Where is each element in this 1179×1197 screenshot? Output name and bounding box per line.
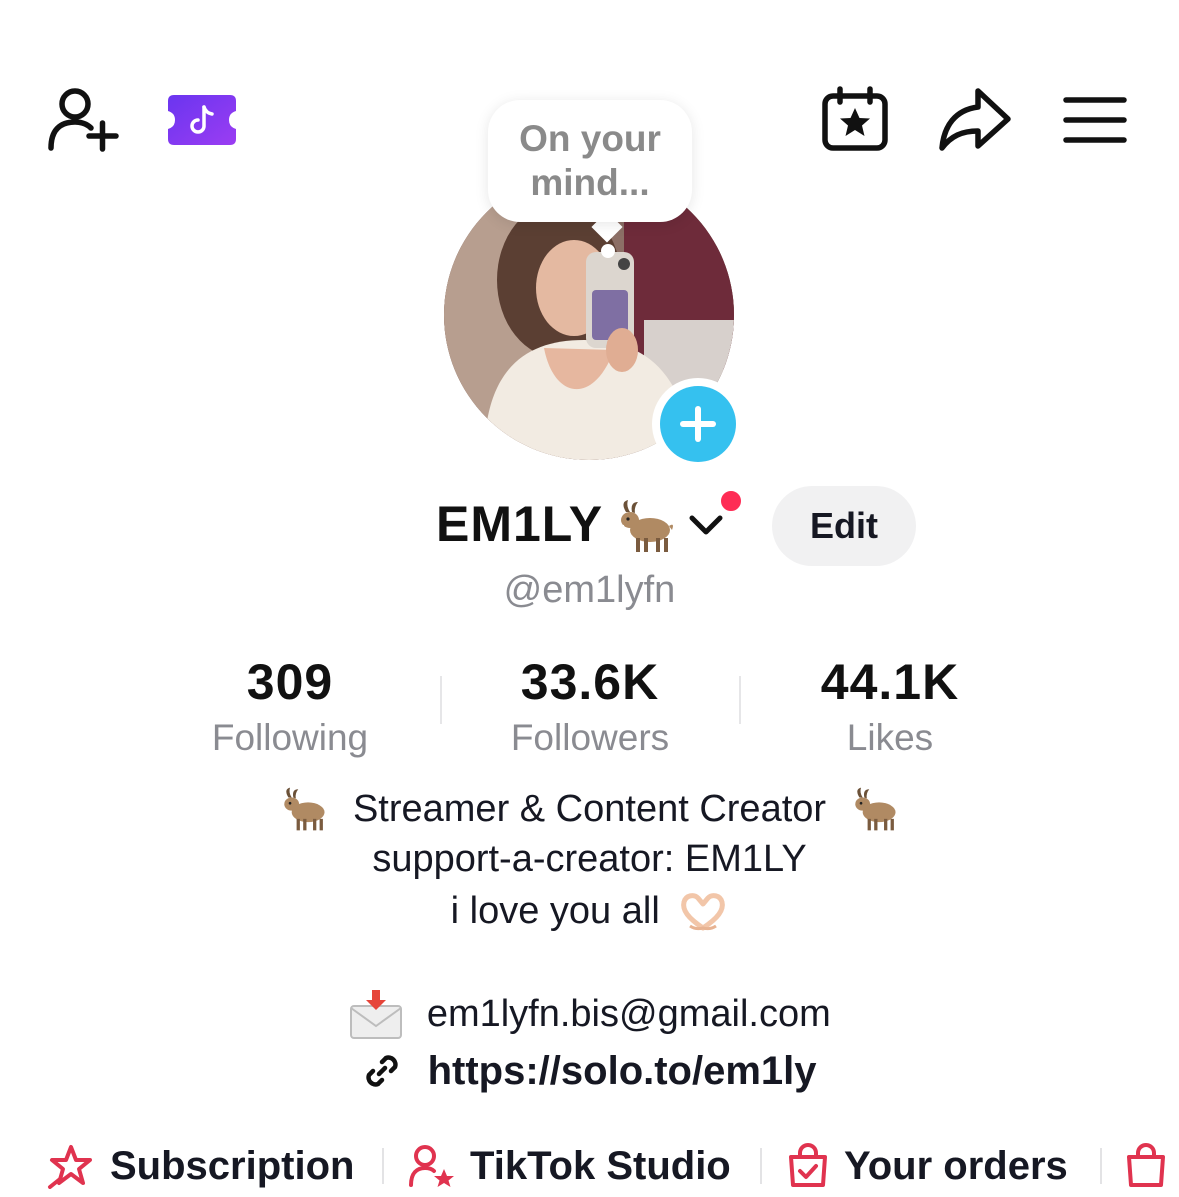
bio-text: i love you all: [450, 889, 660, 932]
your-orders-label: Your orders: [844, 1143, 1068, 1188]
followers-count: 33.6K: [520, 654, 660, 710]
goat-emoji-icon: [284, 787, 325, 831]
tiktok-ticket-icon[interactable]: [166, 93, 238, 147]
following-label: Following: [211, 717, 369, 758]
tiktok-studio-shortcut[interactable]: TikTok Studio: [408, 1136, 731, 1196]
chevron-down-icon[interactable]: [688, 512, 724, 540]
goat-emoji-icon: [620, 500, 673, 552]
shop-shortcut[interactable]: [1124, 1136, 1179, 1196]
add-story-button[interactable]: [652, 378, 744, 470]
tiktok-studio-label: TikTok Studio: [470, 1143, 731, 1188]
your-orders-shortcut[interactable]: Your orders: [786, 1136, 1068, 1196]
bio-line: Streamer & Content Creator: [0, 784, 1179, 832]
link-icon: [366, 1055, 399, 1088]
share-arrow-icon[interactable]: [938, 86, 1012, 152]
followers-label: Followers: [510, 717, 670, 758]
notification-dot: [718, 488, 744, 514]
subscription-shortcut[interactable]: Subscription: [46, 1136, 354, 1196]
goat-emoji-icon: [854, 787, 896, 831]
bio-link[interactable]: https://solo.to/em1ly: [428, 1048, 817, 1094]
bio-email-line: em1lyfn.bis@gmail.com: [0, 988, 1179, 1040]
plus-icon: [660, 386, 736, 462]
likes-count: 44.1K: [820, 654, 960, 710]
profile-page: On your mind... EM1LY Edit @em1lyfn 309 …: [0, 0, 1179, 1197]
incoming-envelope-icon: [350, 990, 403, 1039]
name-row: EM1LY: [0, 492, 1179, 562]
note-bubble[interactable]: On your mind...: [488, 100, 692, 222]
bio-email: em1lyfn.bis@gmail.com: [426, 993, 831, 1035]
shortcut-divider: [760, 1148, 762, 1184]
shortcut-divider: [1100, 1148, 1102, 1184]
shopping-bag-check-icon: [789, 1143, 827, 1187]
likes-label: Likes: [846, 717, 934, 758]
subscription-label: Subscription: [110, 1143, 355, 1188]
person-star-icon: [409, 1145, 454, 1187]
username: @em1lyfn: [503, 569, 676, 611]
stat-following[interactable]: 309 Following: [140, 652, 440, 760]
shortcut-divider: [382, 1148, 384, 1184]
note-bubble-dot: [601, 244, 615, 258]
shopping-bag-icon: [1127, 1143, 1165, 1187]
display-name: EM1LY: [436, 496, 604, 552]
rocket-star-icon: [48, 1145, 92, 1189]
bio-line: support-a-creator: EM1LY: [372, 838, 807, 880]
stat-followers[interactable]: 33.6K Followers: [440, 652, 740, 760]
heart-hands-emoji-icon: [681, 893, 726, 931]
following-count: 309: [246, 654, 334, 710]
calendar-star-icon[interactable]: [820, 86, 890, 152]
bio-text: Streamer & Content Creator: [352, 787, 827, 830]
bio-link-line[interactable]: https://solo.to/em1ly: [0, 1046, 1179, 1094]
edit-profile-button[interactable]: Edit: [772, 486, 916, 566]
person-add-icon[interactable]: [46, 84, 122, 156]
bio-line: i love you all: [0, 886, 1179, 934]
hamburger-menu-icon[interactable]: [1062, 94, 1128, 146]
note-prompt: On your mind...: [519, 118, 661, 203]
stat-likes[interactable]: 44.1K Likes: [740, 652, 1040, 760]
